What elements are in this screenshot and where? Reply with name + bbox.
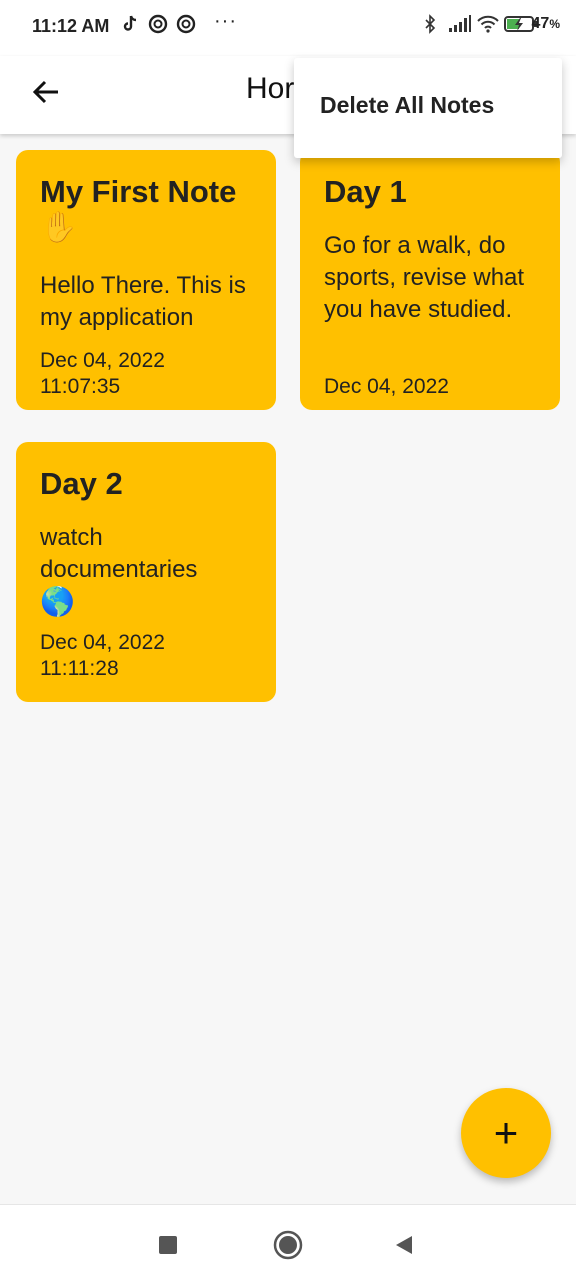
note-card[interactable]: Day 2 watch documentaries 🌎 Dec 04, 2022… — [16, 442, 276, 702]
note-card[interactable]: Day 1 Go for a walk, do sports, revise w… — [300, 150, 560, 410]
note-body: Go for a walk, do sports, revise what yo… — [324, 232, 525, 323]
app-notification-icon — [148, 14, 168, 34]
note-emoji: 🌎 — [40, 586, 75, 617]
wifi-icon — [476, 14, 499, 34]
delete-all-notes-menu-item[interactable]: Delete All Notes — [320, 92, 494, 119]
status-time: 11:12 AM — [32, 16, 110, 36]
home-button[interactable] — [272, 1229, 304, 1261]
note-body: watch documentaries — [40, 524, 198, 583]
battery-charging-icon — [503, 14, 537, 34]
note-title: Day 2 — [40, 466, 123, 501]
triangle-back-icon — [396, 1236, 412, 1254]
battery-value: 47 — [531, 15, 550, 32]
system-icons: 47% — [420, 14, 560, 34]
status-bar: 11:12 AM ··· 47% — [0, 0, 576, 56]
note-time: 11:11:28 — [40, 657, 119, 680]
note-title: My First Note — [40, 174, 237, 209]
battery-unit: % — [549, 17, 560, 31]
note-time: 11:07:35 — [40, 375, 121, 398]
back-button[interactable] — [26, 72, 66, 112]
note-card[interactable]: My First Note ✋ Hello There. This is my … — [16, 150, 276, 410]
arrow-left-icon — [32, 80, 58, 104]
circle-icon — [273, 1230, 303, 1260]
note-emoji: ✋ — [40, 211, 78, 244]
back-nav-button[interactable] — [388, 1229, 420, 1261]
note-date: Dec 04, 2022 — [40, 631, 165, 654]
more-notifications-icon: ··· — [214, 10, 237, 32]
square-icon — [159, 1236, 177, 1254]
notification-icons — [120, 14, 196, 34]
recents-button[interactable] — [152, 1229, 184, 1261]
battery-percent: 47% — [532, 15, 560, 33]
overflow-menu: Delete All Notes — [294, 58, 562, 158]
app-notification-icon — [176, 14, 196, 34]
bluetooth-icon — [420, 14, 440, 34]
signal-icon — [448, 14, 471, 34]
page-title: Hor — [246, 72, 295, 105]
navigation-bar — [0, 1204, 576, 1281]
note-date: Dec 04, 2022 — [324, 375, 449, 398]
tiktok-icon — [120, 14, 140, 34]
note-date: Dec 04, 2022 — [40, 349, 165, 372]
plus-icon: + — [493, 1109, 519, 1156]
note-title: Day 1 — [324, 174, 407, 209]
note-body: Hello There. This is my application — [40, 272, 246, 331]
add-note-button[interactable]: + — [461, 1088, 551, 1178]
